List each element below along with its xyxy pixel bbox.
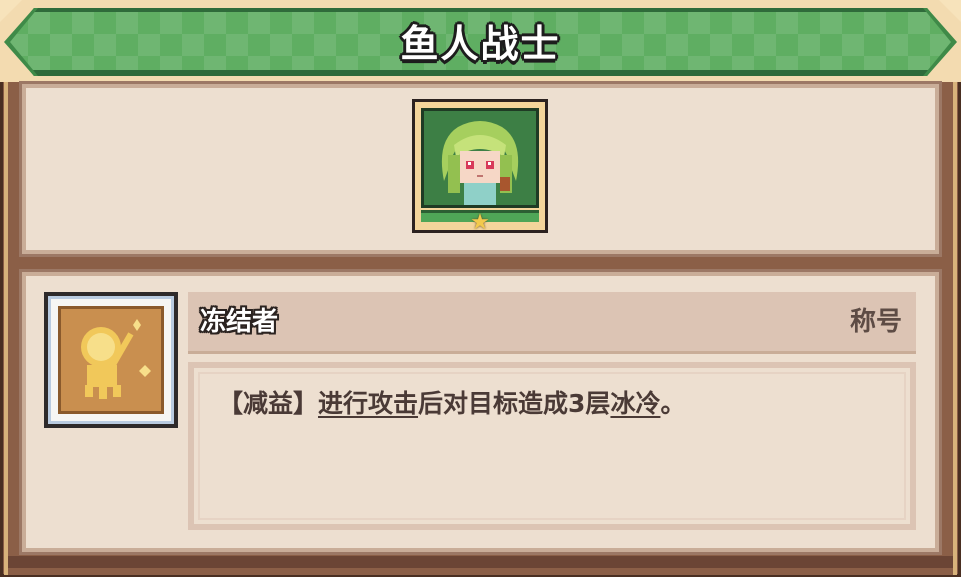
title-description-box: 【减益】进行攻击后对目标造成3层冰冷。 xyxy=(188,362,916,530)
debuff-tag: 【减益】 xyxy=(218,389,319,418)
keyword-attack[interactable]: 进行攻击 xyxy=(318,389,418,418)
star-icon: ★ xyxy=(470,210,490,235)
page-title: 鱼人战士 xyxy=(400,22,561,66)
description-body: 后对目标造成3层 xyxy=(418,389,611,418)
frozen-figure-icon xyxy=(58,306,164,414)
frozen-figure-art xyxy=(61,309,161,411)
character-portrait[interactable]: ★ xyxy=(412,99,548,235)
title-icon-card[interactable] xyxy=(44,292,178,428)
description-end: 。 xyxy=(660,389,686,418)
mermaid-warrior-icon xyxy=(424,111,536,205)
title-name-bar: 冻结者 称号 xyxy=(188,292,916,354)
title-tag: 称号 xyxy=(849,307,902,337)
frame-bottom xyxy=(8,556,953,568)
title-description: 【减益】进行攻击后对目标造成3层冰冷。 xyxy=(218,384,898,424)
keyword-chill[interactable]: 冰冷 xyxy=(610,389,660,418)
title-name: 冻结者 xyxy=(200,307,279,337)
portrait-image xyxy=(421,108,539,208)
